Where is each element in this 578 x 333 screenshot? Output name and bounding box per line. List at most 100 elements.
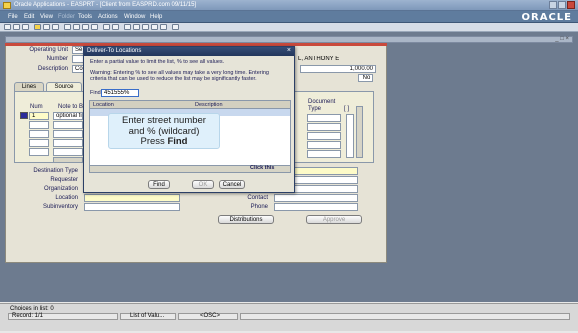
location-column-header: Location	[93, 102, 114, 108]
form-window-controls[interactable]: _ □ ×	[555, 36, 569, 42]
menu-file[interactable]: File	[8, 14, 18, 20]
document-type-field-4[interactable]	[307, 141, 341, 149]
callout-press-text: Press	[140, 136, 168, 147]
ok-button[interactable]: OK	[192, 180, 214, 189]
help-icon[interactable]	[172, 24, 179, 30]
line-num-field-3[interactable]	[29, 130, 49, 138]
find-input[interactable]: 451555%	[101, 89, 139, 97]
menu-actions[interactable]: Actions	[98, 14, 118, 20]
results-header: Location Description	[90, 101, 290, 109]
row-selector[interactable]	[20, 112, 28, 119]
attachments-icon[interactable]	[151, 24, 158, 30]
dialog-warning-line-2: criteria that can be used to reduce the …	[90, 76, 257, 82]
maximize-icon[interactable]	[558, 1, 566, 9]
note-to-buyer-field[interactable]: optional fi	[53, 112, 83, 120]
location-field[interactable]	[84, 194, 180, 202]
copy-icon[interactable]	[82, 24, 89, 30]
form-window-header: _ □ ×	[5, 36, 573, 43]
note-field-3[interactable]	[53, 130, 83, 138]
line-num-field-2[interactable]	[29, 121, 49, 129]
menu-tools[interactable]: Tools	[78, 14, 92, 20]
cancel-button[interactable]: Cancel	[219, 180, 245, 189]
window-controls[interactable]	[549, 1, 575, 9]
description-label: Description	[37, 66, 68, 72]
results-list[interactable]: Location Description Enter street number…	[89, 100, 291, 173]
oracle-logo: ORACLE	[521, 12, 572, 23]
menu-window[interactable]: Window	[124, 14, 145, 20]
phone-field[interactable]	[274, 203, 358, 211]
horizontal-scrollbar[interactable]	[53, 157, 83, 163]
callout-line-1: Enter street number	[122, 115, 206, 126]
line-num-field-4[interactable]	[29, 139, 49, 147]
navigator-icon[interactable]	[22, 24, 29, 30]
app-icon	[3, 2, 11, 9]
distributions-button[interactable]: Distributions	[218, 215, 274, 224]
folder-icon[interactable]	[34, 24, 41, 30]
find-icon[interactable]	[13, 24, 20, 30]
menu-edit[interactable]: Edit	[24, 14, 34, 20]
close-icon[interactable]	[567, 1, 575, 9]
contact-field[interactable]	[274, 194, 358, 202]
document-type-field-2[interactable]	[307, 123, 341, 131]
instruction-callout: Enter street number and % (wildcard) Pre…	[108, 113, 220, 149]
line-num-field-5[interactable]	[29, 148, 49, 156]
number-label: Number	[46, 56, 68, 62]
close-form-icon[interactable]	[64, 24, 71, 30]
zoom-icon[interactable]	[133, 24, 140, 30]
approve-button[interactable]: Approve	[306, 215, 362, 224]
subinventory-label: Subinventory	[42, 204, 78, 210]
edit-field-icon[interactable]	[124, 24, 131, 30]
toolbar	[0, 23, 578, 32]
print-icon[interactable]	[52, 24, 59, 30]
document-type-field-1[interactable]	[307, 114, 341, 122]
menu-folder[interactable]: Folder	[58, 14, 75, 20]
osc-indicator: <OSC>	[200, 313, 221, 319]
tab-lines[interactable]: Lines	[14, 82, 44, 91]
subinventory-field[interactable]	[84, 203, 180, 211]
new-icon[interactable]	[4, 24, 11, 30]
document-type-field-3[interactable]	[307, 132, 341, 140]
dialog-instruction: Enter a partial value to limit the list,…	[90, 59, 225, 65]
cut-icon[interactable]	[73, 24, 80, 30]
contact-label: Contact	[247, 195, 268, 201]
folder-tools-icon[interactable]	[160, 24, 167, 30]
document-type-header: Document Type	[308, 99, 336, 112]
menu-help[interactable]: Help	[150, 14, 162, 20]
preparer-field: L, ANTHONY E	[298, 56, 340, 62]
menu-bar: File Edit View Folder Tools Actions Wind…	[0, 11, 578, 23]
vertical-scrollbar[interactable]	[356, 106, 363, 158]
list-of-values-indicator: List of Valu...	[130, 313, 165, 319]
delete-icon[interactable]	[112, 24, 119, 30]
phone-label: Phone	[250, 204, 268, 210]
clear-record-icon[interactable]	[103, 24, 110, 30]
document-type-field-5[interactable]	[307, 150, 341, 158]
urgent-flag-field[interactable]: No	[358, 74, 373, 82]
total-amount-field: 1,000.00	[300, 65, 376, 73]
bracket-checkbox-column[interactable]	[346, 114, 354, 158]
description-column-header: Description	[195, 102, 223, 108]
paste-icon[interactable]	[91, 24, 98, 30]
dialog-title: Deliver-To Locations	[87, 48, 142, 54]
status-message: Choices in list: 0	[10, 306, 54, 312]
tab-source[interactable]: Source	[46, 82, 82, 91]
find-button[interactable]: Find	[148, 180, 170, 189]
line-num-field[interactable]: 1	[29, 112, 49, 120]
window-title-bar: Oracle Applications - EASPRT - [Client f…	[0, 0, 578, 11]
click-hint: Click this	[250, 165, 275, 171]
num-column-header: Num	[30, 104, 43, 110]
bracket-column-header: [ ]	[344, 106, 350, 112]
requester-label: Requester	[50, 177, 78, 183]
save-icon[interactable]	[43, 24, 50, 30]
menu-view[interactable]: View	[40, 14, 53, 20]
note-field-2[interactable]	[53, 121, 83, 129]
operating-unit-label: Operating Unit	[29, 47, 68, 53]
window-title: Oracle Applications - EASPRT - [Client f…	[14, 2, 197, 8]
minimize-icon[interactable]	[549, 1, 557, 9]
destination-type-label: Destination Type	[33, 168, 78, 174]
dialog-close-icon[interactable]: ×	[287, 47, 291, 55]
note-field-5[interactable]	[53, 148, 83, 156]
deliver-to-locations-dialog: Deliver-To Locations × Enter a partial v…	[83, 46, 295, 193]
record-indicator: Record: 1/1	[12, 313, 44, 319]
note-field-4[interactable]	[53, 139, 83, 147]
translations-icon[interactable]	[142, 24, 149, 30]
